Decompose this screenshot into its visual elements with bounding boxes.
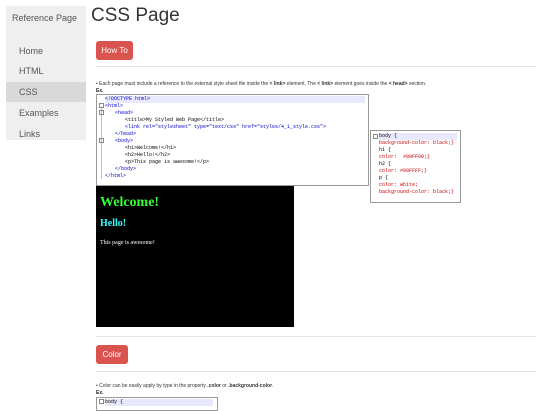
- sidebar-item-html[interactable]: HTML: [6, 61, 86, 81]
- sidebar-item-examples[interactable]: Examples: [6, 103, 86, 123]
- example-label: Ex.: [96, 390, 104, 396]
- section-divider: [96, 336, 536, 337]
- color-code-example: body {: [96, 397, 218, 411]
- sidebar-title: Reference Page: [12, 13, 78, 23]
- preview-heading-1: Welcome!: [100, 195, 160, 210]
- color-button[interactable]: Color: [96, 345, 128, 364]
- code-line: </body>: [115, 166, 137, 172]
- html-code-example: <!DOCTYPE html> <html> <head> <title>My …: [96, 94, 369, 186]
- code-line: <head>: [115, 110, 134, 116]
- code-line: <body>: [115, 138, 134, 144]
- code-line: <title>My Styled Web Page</title>: [125, 117, 225, 123]
- page-title: CSS Page: [91, 5, 180, 26]
- fold-toggle-icon[interactable]: [99, 103, 104, 108]
- code-line: <h1>Welcome!</h1>: [125, 145, 177, 151]
- section-divider: [96, 371, 536, 372]
- how-to-button[interactable]: How To: [96, 41, 133, 60]
- preview-paragraph: This page is awesome!: [100, 240, 155, 246]
- code-line: background-color: black;}: [379, 140, 455, 146]
- code-line: color: #00FFFF;}: [379, 168, 428, 174]
- how-to-description: • Each page must include a reference to …: [96, 81, 427, 87]
- color-description: • Color can be easily apply by type in t…: [96, 383, 274, 389]
- sidebar-item-links[interactable]: Links: [6, 124, 86, 144]
- fold-guide: [101, 107, 102, 179]
- code-line: <h2>Hello!</h2>: [125, 152, 171, 158]
- fold-toggle-icon[interactable]: [99, 138, 104, 143]
- code-line: <!DOCTYPE html>: [105, 96, 365, 103]
- section-divider: [96, 66, 536, 67]
- code-line: <html>: [105, 103, 124, 109]
- sidebar-item-home[interactable]: Home: [6, 41, 86, 61]
- sidebar: Reference Page Home HTML CSS Examples Li…: [6, 6, 86, 140]
- code-line: h1 {: [379, 147, 392, 153]
- code-line: color: white;: [379, 182, 419, 188]
- preview-heading-2: Hello!: [100, 218, 127, 229]
- sidebar-item-css[interactable]: CSS: [6, 82, 86, 102]
- fold-toggle-icon[interactable]: [373, 134, 378, 139]
- code-line: </head>: [115, 131, 137, 137]
- code-line: <link rel="stylesheet" type="text/css" h…: [125, 124, 327, 130]
- fold-toggle-icon[interactable]: [99, 110, 104, 115]
- fold-toggle-icon[interactable]: [99, 399, 104, 404]
- code-line: </html>: [105, 173, 127, 179]
- code-line: color: #00FF00;}: [379, 154, 431, 160]
- code-line: background-color: black;}: [379, 189, 455, 195]
- code-line: body {: [379, 133, 457, 140]
- css-code-example: body { background-color: black;} h1 { co…: [370, 130, 461, 203]
- code-line: h2 {: [379, 161, 392, 167]
- code-line: p {: [379, 175, 389, 181]
- code-line: <p>This page is awesome!</p>: [125, 159, 210, 165]
